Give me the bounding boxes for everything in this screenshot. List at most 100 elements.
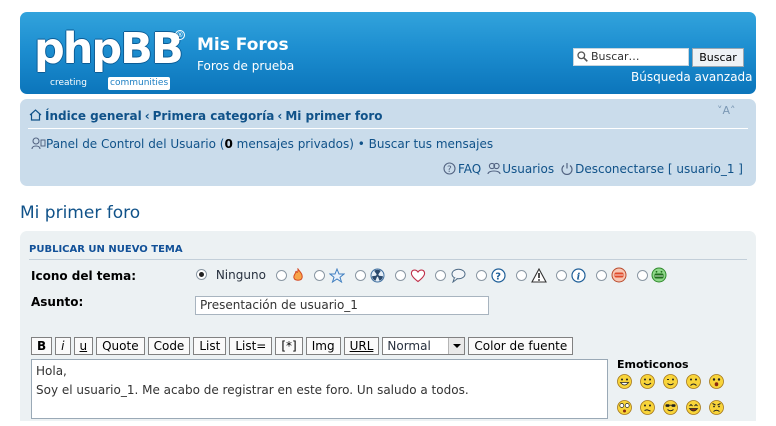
- topic-icon-option[interactable]: [596, 267, 627, 283]
- topic-icon-option[interactable]: [515, 267, 547, 283]
- surprised-icon[interactable]: [709, 374, 724, 389]
- power-icon: [561, 163, 573, 175]
- logo-tagline-right: communities: [108, 77, 171, 90]
- post-form-panel: PUBLICAR UN NUEVO TEMA Icono del tema: N…: [20, 231, 756, 421]
- topic-icon-option[interactable]: i: [556, 267, 586, 283]
- confused-icon[interactable]: [640, 400, 655, 415]
- search-own-posts-link[interactable]: Buscar tus mensajes: [369, 137, 493, 151]
- shocked-icon[interactable]: [617, 400, 632, 415]
- topic-icon-options: Ninguno ? i: [196, 266, 673, 285]
- radio-button[interactable]: [556, 269, 568, 281]
- font-size-select[interactable]: Normal: [382, 337, 466, 355]
- radio-button[interactable]: [596, 270, 607, 281]
- cool-icon[interactable]: [663, 400, 678, 415]
- message-line: Hola,: [36, 364, 67, 378]
- svg-text:?: ?: [495, 271, 501, 282]
- search-icon: [577, 51, 588, 62]
- faq-icon: ?: [443, 162, 456, 175]
- advanced-search-link[interactable]: Búsqueda avanzada: [631, 70, 753, 84]
- italic-button[interactable]: i: [55, 337, 71, 355]
- subject-input[interactable]: Presentación de usuario_1: [195, 296, 489, 315]
- topic-icon-option[interactable]: [435, 268, 466, 283]
- home-icon: [29, 109, 42, 121]
- logout-link[interactable]: Desconectarse [ usuario_1 ]: [575, 162, 743, 176]
- smilies-grid: [617, 374, 747, 426]
- breadcrumb-item-index[interactable]: Índice general: [45, 109, 142, 123]
- wink-icon[interactable]: [663, 374, 678, 389]
- forum-title[interactable]: Mi primer foro: [20, 203, 140, 223]
- radio-button[interactable]: [636, 270, 648, 281]
- thumbs-up-icon: [651, 267, 667, 283]
- ucp-link[interactable]: Panel de Control del Usuario (0 mensajes…: [46, 137, 354, 151]
- mad-icon[interactable]: [709, 400, 724, 415]
- very-happy-icon[interactable]: [617, 374, 632, 389]
- star-icon: [328, 267, 346, 283]
- ucp-text-after: mensajes privados): [232, 137, 354, 151]
- radio-button[interactable]: [515, 269, 527, 281]
- speech-bubble-icon: [451, 268, 466, 283]
- svg-text:i: i: [577, 271, 581, 282]
- radio-button[interactable]: [275, 269, 287, 281]
- font-color-button[interactable]: Color de fuente: [468, 337, 574, 355]
- list-item-button[interactable]: [*]: [275, 337, 303, 355]
- site-description: Foros de prueba: [197, 59, 295, 73]
- navbar-divider: [28, 128, 748, 129]
- search-input[interactable]: Buscar…: [573, 48, 689, 66]
- smile-icon[interactable]: [640, 374, 655, 389]
- font-size-control[interactable]: ˅A˄: [717, 104, 736, 117]
- code-button[interactable]: Code: [147, 337, 191, 355]
- topic-icon-option[interactable]: [394, 268, 426, 283]
- ordered-list-button[interactable]: List=: [229, 337, 273, 355]
- sad-icon[interactable]: [686, 374, 701, 389]
- search-button[interactable]: Buscar: [692, 48, 744, 67]
- logo-wordmark: phpBB: [34, 24, 184, 74]
- navbar: Índice general ‹ Primera categoría ‹ Mi prim…: [20, 99, 756, 186]
- laughing-icon[interactable]: [686, 400, 701, 415]
- radio-button[interactable]: [355, 269, 367, 281]
- topic-icon-option[interactable]: [314, 267, 346, 283]
- url-button[interactable]: URL: [343, 337, 380, 355]
- user-panel-icon: [31, 137, 46, 150]
- quote-button[interactable]: Quote: [96, 337, 145, 355]
- registered-mark: ®: [175, 30, 185, 40]
- members-link[interactable]: Usuarios: [502, 162, 554, 176]
- topic-icon-option-none[interactable]: Ninguno: [196, 268, 266, 282]
- topic-icon-option[interactable]: ?: [476, 267, 506, 283]
- bullet-separator: •: [353, 137, 369, 151]
- heart-icon: [410, 269, 425, 282]
- radio-button[interactable]: [314, 269, 326, 281]
- topic-icon-option[interactable]: [275, 266, 305, 283]
- info-icon: i: [571, 267, 586, 283]
- post-form-heading: PUBLICAR UN NUEVO TEMA: [29, 244, 747, 260]
- breadcrumb-item-category[interactable]: Primera categoría: [153, 109, 275, 123]
- radioactive-icon: [370, 268, 385, 282]
- site-title: Mis Foros: [197, 35, 289, 55]
- breadcrumb-item-forum[interactable]: Mi primer foro: [285, 109, 382, 123]
- phpbb-logo[interactable]: phpBB ® creating communities: [34, 24, 185, 90]
- topic-icon-option[interactable]: [355, 268, 385, 283]
- members-icon: [487, 162, 501, 175]
- fire-icon: [292, 266, 303, 281]
- svg-text:?: ?: [447, 165, 452, 175]
- chevron-down-icon[interactable]: [448, 338, 465, 354]
- message-line: Soy el usuario_1. Me acabo de registrar …: [36, 383, 469, 397]
- radio-button[interactable]: [435, 269, 447, 281]
- radio-button[interactable]: [196, 269, 207, 280]
- list-button[interactable]: List: [193, 337, 227, 355]
- radio-button[interactable]: [394, 269, 406, 281]
- faq-link[interactable]: FAQ: [458, 162, 481, 176]
- breadcrumb-separator: ‹: [277, 109, 283, 123]
- font-size-value: Normal: [387, 339, 431, 353]
- message-textarea[interactable]: Hola, Soy el usuario_1. Me acabo de regi…: [31, 359, 608, 419]
- thumbs-down-icon: [611, 267, 627, 283]
- question-icon: ?: [491, 267, 506, 282]
- ucp-text-before: Panel de Control del Usuario (: [46, 137, 225, 151]
- underline-button[interactable]: u: [73, 337, 94, 355]
- bold-button[interactable]: B: [31, 337, 53, 355]
- radio-button[interactable]: [476, 269, 488, 281]
- img-button[interactable]: Img: [305, 337, 341, 355]
- search-placeholder: Buscar…: [591, 50, 640, 63]
- breadcrumb: Índice general ‹ Primera categoría ‹ Mi prim…: [29, 109, 383, 123]
- user-links: ? FAQ Usuarios Desconectarse [ usuario_1…: [443, 162, 743, 176]
- topic-icon-option[interactable]: [636, 267, 668, 283]
